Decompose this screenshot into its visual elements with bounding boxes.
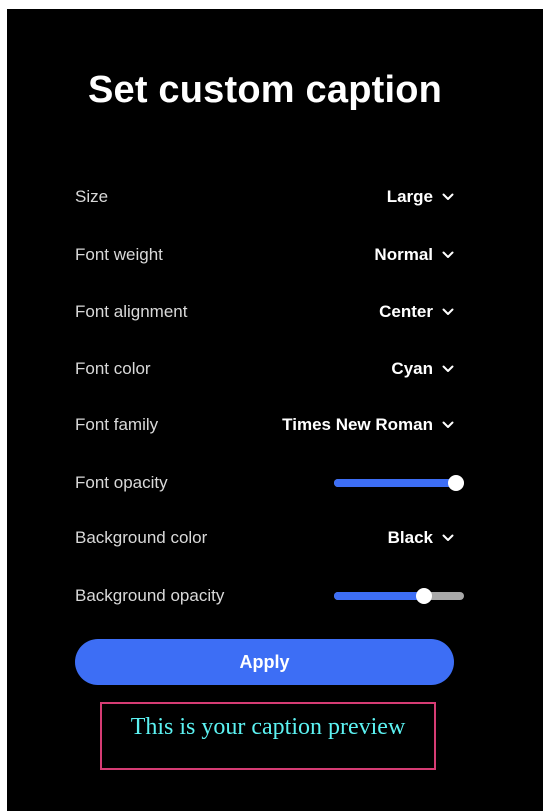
font-alignment-dropdown[interactable]: Center — [379, 302, 455, 322]
font-family-value: Times New Roman — [282, 415, 433, 434]
slider-thumb[interactable] — [416, 588, 433, 604]
background-opacity-slider[interactable] — [334, 588, 464, 604]
background-opacity-label: Background opacity — [75, 586, 225, 605]
size-label: Size — [75, 187, 109, 206]
font-opacity-label: Font opacity — [75, 473, 168, 492]
font-weight-label: Font weight — [75, 245, 163, 264]
slider-fill — [334, 592, 425, 600]
slider-fill — [334, 479, 456, 487]
font-opacity-slider[interactable] — [334, 475, 464, 491]
size-dropdown[interactable]: Large — [387, 187, 455, 207]
chevron-down-icon — [442, 365, 454, 372]
font-color-value: Cyan — [391, 359, 433, 378]
dialog-title: Set custom caption — [87, 69, 443, 111]
chevron-down-icon — [442, 251, 454, 258]
font-alignment-value: Center — [379, 302, 433, 321]
setting-row-font-weight: Font weight Normal — [75, 240, 455, 270]
font-weight-value: Normal — [374, 245, 433, 264]
chevron-down-icon — [442, 534, 454, 541]
setting-row-background-opacity: Background opacity — [75, 581, 464, 611]
font-family-dropdown[interactable]: Times New Roman — [282, 415, 455, 435]
setting-row-font-opacity: Font opacity — [75, 468, 464, 498]
setting-row-size: Size Large — [75, 182, 455, 212]
font-color-label: Font color — [75, 359, 151, 378]
caption-preview-box: This is your caption preview — [100, 702, 436, 770]
chevron-down-icon — [442, 308, 454, 315]
setting-row-font-alignment: Font alignment Center — [75, 297, 455, 327]
setting-row-font-family: Font family Times New Roman — [75, 410, 455, 440]
caption-preview-text: This is your caption preview — [130, 714, 406, 740]
apply-button[interactable]: Apply — [75, 639, 454, 685]
setting-row-background-color: Background color Black — [75, 523, 455, 553]
chevron-down-icon — [442, 421, 454, 428]
setting-row-font-color: Font color Cyan — [75, 354, 455, 384]
caption-settings-panel: Set custom caption Size Large Font weigh… — [7, 9, 543, 811]
font-family-label: Font family — [75, 415, 159, 434]
slider-thumb[interactable] — [448, 475, 464, 491]
font-color-dropdown[interactable]: Cyan — [391, 359, 455, 379]
background-color-value: Black — [387, 528, 433, 547]
font-weight-dropdown[interactable]: Normal — [374, 245, 455, 265]
background-color-label: Background color — [75, 528, 208, 547]
size-value: Large — [386, 187, 433, 206]
background-color-dropdown[interactable]: Black — [388, 528, 455, 548]
font-alignment-label: Font alignment — [75, 302, 188, 321]
chevron-down-icon — [442, 193, 454, 200]
